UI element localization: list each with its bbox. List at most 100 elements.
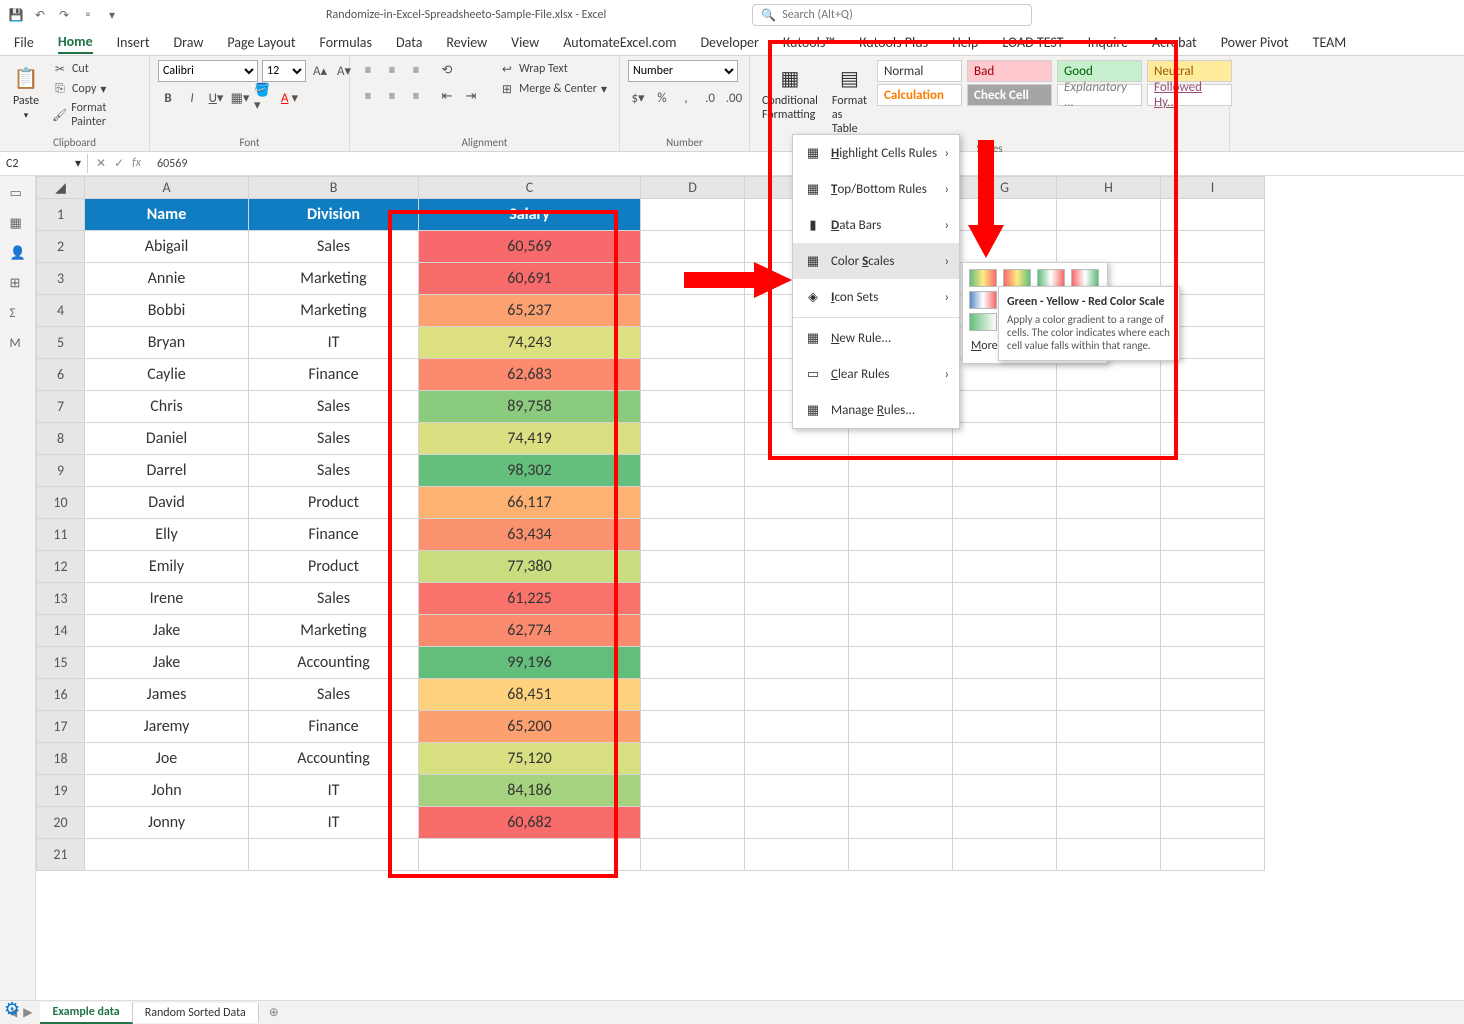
touch-icon[interactable]: ▫ xyxy=(80,7,96,23)
style-check-cell[interactable]: Check Cell xyxy=(967,84,1052,106)
row-header[interactable]: 11 xyxy=(37,519,85,551)
format-painter-button[interactable]: 🖌Format Painter xyxy=(50,100,141,130)
row-header[interactable]: 10 xyxy=(37,487,85,519)
row-header[interactable]: 20 xyxy=(37,807,85,839)
style-bad[interactable]: Bad xyxy=(967,60,1052,82)
tab-help[interactable]: Help xyxy=(952,32,978,53)
tab-view[interactable]: View xyxy=(511,32,539,53)
tab-data[interactable]: Data xyxy=(396,32,422,53)
tab-kutools-[interactable]: Kutools™ xyxy=(783,32,835,53)
tab-inquire[interactable]: Inquire xyxy=(1088,32,1128,53)
menu-highlight-cells[interactable]: ▦HHighlight Cells Rulesighlight Cells Ru… xyxy=(793,135,959,171)
undo-icon[interactable]: ↶ xyxy=(32,7,48,23)
increase-font-icon[interactable]: A▴ xyxy=(310,61,330,81)
col-header[interactable]: D xyxy=(641,177,745,199)
number-format-select[interactable]: Number xyxy=(628,60,738,82)
menu-data-bars[interactable]: ▮Data Bars› xyxy=(793,207,959,243)
cut-button[interactable]: ✂Cut xyxy=(50,60,141,78)
row-header[interactable]: 13 xyxy=(37,583,85,615)
font-size-select[interactable]: 12 xyxy=(262,60,306,82)
merge-center-button[interactable]: ⊞Merge & Center ▾ xyxy=(497,80,609,98)
menu-new-rule[interactable]: ▦New Rule... xyxy=(793,320,959,356)
header-salary[interactable]: Salary xyxy=(419,199,641,231)
col-header[interactable]: A xyxy=(85,177,249,199)
underline-button[interactable]: U▾ xyxy=(206,88,226,108)
paste-button[interactable]: 📋Paste▾ xyxy=(8,60,44,125)
col-header[interactable]: B xyxy=(249,177,419,199)
tab-insert[interactable]: Insert xyxy=(117,32,150,53)
sheet-tab-active[interactable]: Example data xyxy=(40,1002,132,1024)
row-header[interactable]: 15 xyxy=(37,647,85,679)
row-header[interactable]: 17 xyxy=(37,711,85,743)
row-header[interactable]: 7 xyxy=(37,391,85,423)
header-division[interactable]: Division xyxy=(249,199,419,231)
style-good[interactable]: Good xyxy=(1057,60,1142,82)
row-header[interactable]: 3 xyxy=(37,263,85,295)
redo-icon[interactable]: ↷ xyxy=(56,7,72,23)
col-header[interactable]: G xyxy=(953,177,1057,199)
save-icon[interactable]: 💾 xyxy=(8,7,24,23)
tab-review[interactable]: Review xyxy=(446,32,487,53)
enter-icon[interactable]: ✓ xyxy=(114,156,124,171)
row-header[interactable]: 5 xyxy=(37,327,85,359)
tab-kutools-plus[interactable]: Kutools Plus xyxy=(859,32,928,53)
italic-button[interactable]: I xyxy=(182,88,202,108)
style-explanatory[interactable]: Explanatory ... xyxy=(1057,84,1142,106)
style-followed-hyperlink[interactable]: Followed Hy... xyxy=(1147,84,1232,106)
row-header[interactable]: 9 xyxy=(37,455,85,487)
row-header[interactable]: 1 xyxy=(37,199,85,231)
row-header[interactable]: 8 xyxy=(37,423,85,455)
menu-color-scales[interactable]: ▦Color Scales› xyxy=(793,243,959,279)
header-name[interactable]: Name xyxy=(85,199,249,231)
copy-button[interactable]: ⎘Copy ▾ xyxy=(50,80,141,98)
row-header[interactable]: 4 xyxy=(37,295,85,327)
tab-formulas[interactable]: Formulas xyxy=(320,32,372,53)
font-color-button[interactable]: A▾ xyxy=(278,88,298,108)
row-header[interactable]: 19 xyxy=(37,775,85,807)
format-as-table-button[interactable]: ▤Format as Table xyxy=(828,60,871,140)
col-header[interactable]: C xyxy=(419,177,641,199)
bold-button[interactable]: B xyxy=(158,88,178,108)
menu-clear-rules[interactable]: ▭Clear Rules› xyxy=(793,356,959,392)
wrap-text-button[interactable]: ↩Wrap Text xyxy=(497,60,609,78)
row-header[interactable]: 16 xyxy=(37,679,85,711)
style-normal[interactable]: Normal xyxy=(877,60,962,82)
tab-file[interactable]: File xyxy=(14,32,34,53)
row-header[interactable]: 2 xyxy=(37,231,85,263)
tab-power-pivot[interactable]: Power Pivot xyxy=(1221,32,1289,53)
style-calculation[interactable]: Calculation xyxy=(877,84,962,106)
tab-page-layout[interactable]: Page Layout xyxy=(227,32,295,53)
scale-gyr[interactable] xyxy=(969,269,997,287)
col-header[interactable]: H xyxy=(1057,177,1161,199)
sheet-tab-other[interactable]: Random Sorted Data xyxy=(133,1003,259,1023)
name-box[interactable]: C2▾ xyxy=(0,154,88,173)
tab-developer[interactable]: Developer xyxy=(700,32,758,53)
style-neutral[interactable]: Neutral xyxy=(1147,60,1232,82)
gear-icon[interactable]: ⚙ xyxy=(4,998,20,1020)
fx-icon[interactable]: fx xyxy=(132,156,141,171)
row-header[interactable]: 18 xyxy=(37,743,85,775)
tab-draw[interactable]: Draw xyxy=(174,32,204,53)
tab-team[interactable]: TEAM xyxy=(1313,32,1347,53)
cancel-icon[interactable]: ✕ xyxy=(96,156,106,171)
row-header[interactable]: 12 xyxy=(37,551,85,583)
menu-icon-sets[interactable]: ◈Icon Sets› xyxy=(793,279,959,315)
dropdown-icon[interactable]: ▾ xyxy=(104,7,120,23)
tab-automateexcel-com[interactable]: AutomateExcel.com xyxy=(563,32,676,53)
fill-color-button[interactable]: 🪣▾ xyxy=(254,88,274,108)
font-name-select[interactable]: Calibri xyxy=(158,60,258,82)
border-button[interactable]: ▦▾ xyxy=(230,88,250,108)
row-header[interactable]: 14 xyxy=(37,615,85,647)
new-sheet-button[interactable]: ⊕ xyxy=(259,1005,289,1020)
menu-manage-rules[interactable]: ▦Manage Rules... xyxy=(793,392,959,428)
menu-top-bottom[interactable]: ▦Top/Bottom Rules› xyxy=(793,171,959,207)
col-header[interactable]: I xyxy=(1161,177,1265,199)
row-header[interactable]: 6 xyxy=(37,359,85,391)
tab-home[interactable]: Home xyxy=(58,31,93,54)
search-box[interactable]: 🔍 xyxy=(752,4,1032,26)
tab-load-test[interactable]: LOAD TEST xyxy=(1002,32,1063,53)
conditional-formatting-button[interactable]: ▦Conditional Formatting xyxy=(758,60,822,126)
select-all-button[interactable]: ◢ xyxy=(37,177,85,199)
search-input[interactable] xyxy=(782,8,1023,22)
tab-acrobat[interactable]: Acrobat xyxy=(1152,32,1197,53)
